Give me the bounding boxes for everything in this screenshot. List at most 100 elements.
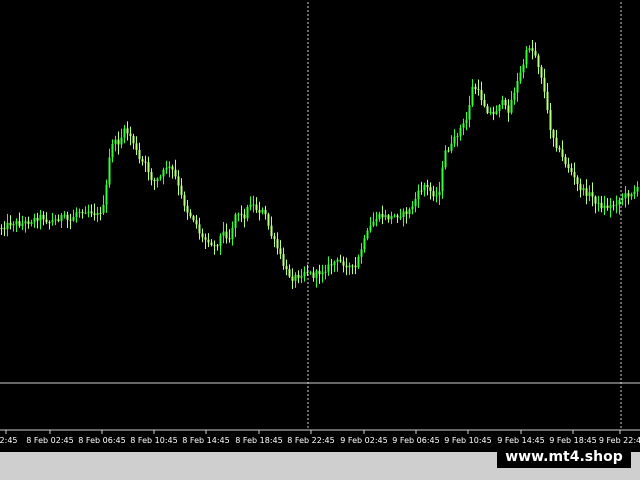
candle-body	[456, 135, 459, 138]
candle-body	[483, 100, 486, 107]
candle-body	[0, 228, 3, 229]
candle-body	[498, 104, 501, 112]
candle-body	[366, 230, 369, 239]
candle-body	[198, 224, 201, 234]
candle-body	[375, 218, 378, 222]
candle-body	[135, 143, 138, 150]
candle-body	[117, 139, 120, 145]
candle-body	[45, 219, 48, 223]
candle-body	[270, 225, 273, 237]
candle-body	[564, 156, 567, 165]
x-tick-label: 9 Feb 22:4	[599, 436, 640, 445]
candle-body	[372, 221, 375, 226]
candle-body	[33, 218, 36, 223]
candle-body	[318, 271, 321, 275]
candle-body	[546, 91, 549, 110]
candle-body	[99, 213, 102, 215]
candle-body	[378, 213, 381, 219]
candle-body	[258, 210, 261, 213]
candle-body	[603, 205, 606, 209]
candle-body	[441, 167, 444, 192]
candle-body	[231, 227, 234, 239]
candle-body	[213, 245, 216, 247]
candle-body	[195, 220, 198, 225]
candle-body	[147, 162, 150, 173]
candle-body	[21, 223, 24, 226]
candle-body	[342, 261, 345, 266]
candle-body	[543, 77, 546, 92]
candle-body	[153, 180, 156, 182]
candle-body	[3, 228, 6, 230]
candle-body	[282, 254, 285, 266]
candle-body	[534, 50, 537, 56]
candle-body	[225, 231, 228, 239]
candle-body	[336, 259, 339, 262]
candle-body	[108, 157, 111, 185]
x-tick-label: 8 Feb 06:45	[78, 436, 125, 445]
candle-body	[489, 111, 492, 114]
candle-body	[261, 209, 264, 213]
x-tick-label: 9 Feb 10:45	[444, 436, 491, 445]
candle-body	[51, 220, 54, 223]
candle-body	[567, 164, 570, 168]
candle-body	[291, 276, 294, 281]
candle-body	[465, 119, 468, 124]
candle-body	[240, 213, 243, 215]
chart-window[interactable]: 22:45 8 Feb 02:45 8 Feb 06:45 8 Feb 10:45 8 …	[0, 0, 640, 480]
candle-body	[600, 202, 603, 209]
price-chart[interactable]: 22:45 8 Feb 02:45 8 Feb 06:45 8 Feb 10:45 8 …	[0, 0, 640, 452]
candle-body	[411, 206, 414, 210]
candle-body	[474, 86, 477, 90]
candle-body	[570, 167, 573, 172]
candle-body	[111, 143, 114, 158]
x-tick-label: 9 Feb 06:45	[392, 436, 439, 445]
candle-body	[255, 204, 258, 211]
candle-body	[159, 176, 162, 179]
candle-body	[555, 137, 558, 148]
candle-body	[414, 198, 417, 207]
candle-body	[180, 185, 183, 196]
candle-body	[285, 265, 288, 270]
candle-body	[207, 239, 210, 243]
candle-body	[69, 219, 72, 221]
candle-body	[351, 265, 354, 267]
candle-body	[105, 184, 108, 205]
candle-body	[333, 261, 336, 266]
candle-body	[204, 237, 207, 240]
candle-body	[408, 209, 411, 214]
candle-body	[393, 215, 396, 217]
candle-body	[18, 221, 21, 226]
candle-body	[402, 211, 405, 218]
candle-body	[168, 166, 171, 169]
candle-body	[300, 276, 303, 278]
x-tick-label: 8 Feb 10:45	[130, 436, 177, 445]
candle-body	[618, 199, 621, 205]
candle-body	[612, 205, 615, 207]
candle-body	[39, 214, 42, 221]
candle-body	[495, 111, 498, 114]
candle-body	[516, 81, 519, 93]
candle-body	[279, 248, 282, 255]
candle-body	[522, 64, 525, 73]
x-tick-label: 8 Feb 18:45	[235, 436, 282, 445]
candle-body	[480, 90, 483, 101]
candle-body	[381, 213, 384, 218]
candle-body	[30, 222, 33, 224]
candle-body	[606, 205, 609, 208]
candle-body	[423, 185, 426, 191]
candle-body	[177, 176, 180, 186]
candle-body	[27, 221, 30, 224]
candle-body	[504, 99, 507, 106]
candle-body	[540, 67, 543, 78]
candle-body	[216, 245, 219, 247]
candle-body	[294, 274, 297, 281]
candle-body	[591, 192, 594, 197]
candle-body	[327, 264, 330, 272]
candle-body	[630, 194, 633, 197]
candle-body	[126, 128, 129, 134]
candle-body	[513, 92, 516, 100]
candle-body	[387, 215, 390, 220]
candle-body	[330, 264, 333, 266]
candle-body	[129, 133, 132, 137]
x-tick-label: 8 Feb 14:45	[182, 436, 229, 445]
